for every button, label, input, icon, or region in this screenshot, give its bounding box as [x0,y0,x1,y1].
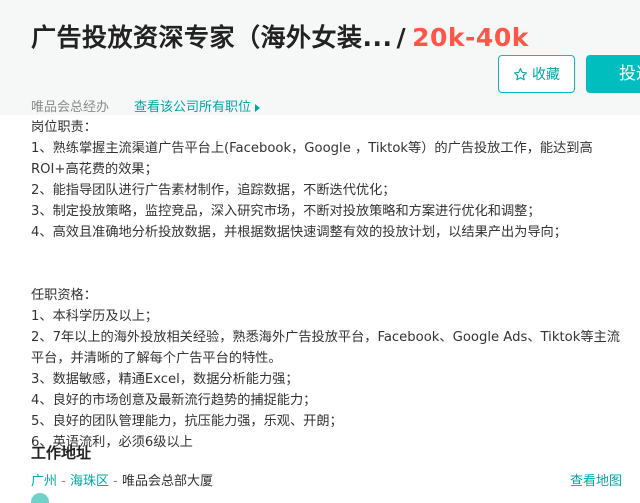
salary: 20k-40k [412,23,529,52]
desc-line: 5、良好的团队管理能力，抗压能力强，乐观、开朗； [31,414,343,429]
apply-button[interactable]: 投递 [586,55,640,93]
desc-line: 1、本科学历及以上； [31,309,159,324]
favorite-button[interactable]: 收藏 [498,55,575,93]
desc-gap [31,243,625,285]
job-header: 广告投放资深专家（海外女装.../20k-40k 收藏 投递 唯品会总经办 查看… [0,0,640,115]
page-title: 广告投放资深专家（海外女装.../20k-40k [31,18,529,54]
address-dash: - [61,474,66,489]
desc-line: 4、良好的市场创意及最新流行趋势的捕捉能力； [31,393,317,408]
apply-label: 投递 [619,64,640,84]
work-address-title: 工作地址 [31,444,92,462]
address-district-link[interactable]: 海珠区 [70,474,109,489]
title-separator: / [396,23,407,52]
company-jobs-link[interactable]: 查看该公司所有职位 [134,96,261,115]
company-name: 唯品会总经办 [31,100,110,115]
address-city-link[interactable]: 广州 [31,474,57,489]
caret-right-icon [255,103,261,112]
star-icon [514,67,527,80]
address-place: 唯品会总部大厦 [122,474,214,489]
job-title: 广告投放资深专家（海外女装... [31,23,393,52]
job-description: 岗位职责： 1、熟练掌握主流渠道广告平台上(Facebook，Google ，T… [31,117,625,453]
desc-line: 3、数据敏感，精通Excel，数据分析能力强； [31,372,299,387]
work-address: 广州 - 海珠区 - 唯品会总部大厦 [31,470,213,489]
desc-line: 2、7年以上的海外投放相关经验，熟悉海外广告投放平台，Facebook、Goog… [31,330,620,366]
favorite-label: 收藏 [532,67,560,83]
company-jobs-link-label: 查看该公司所有职位 [134,100,252,115]
desc-line: 1、熟练掌握主流渠道广告平台上(Facebook，Google ，Tiktok等… [31,141,593,177]
desc-line: 3、制定投放策略，监控竞品，深入研究市场，不断对投放策略和方案进行优化和调整； [31,204,541,219]
desc-line: 2、能指导团队进行广告素材制作，追踪数据，不断迭代优化； [31,183,396,198]
desc-line: 任职资格： [31,288,97,303]
view-map-link[interactable]: 查看地图 [570,470,622,489]
map-icon [31,493,49,503]
address-dash: - [113,474,118,489]
desc-line: 6、英语流利，必须6级以上 [31,435,193,450]
desc-line: 4、高效且准确地分析投放数据，并根据数据快速调整有效的投放计划，以结果产出为导向… [31,225,567,240]
desc-line: 岗位职责： [31,120,97,135]
